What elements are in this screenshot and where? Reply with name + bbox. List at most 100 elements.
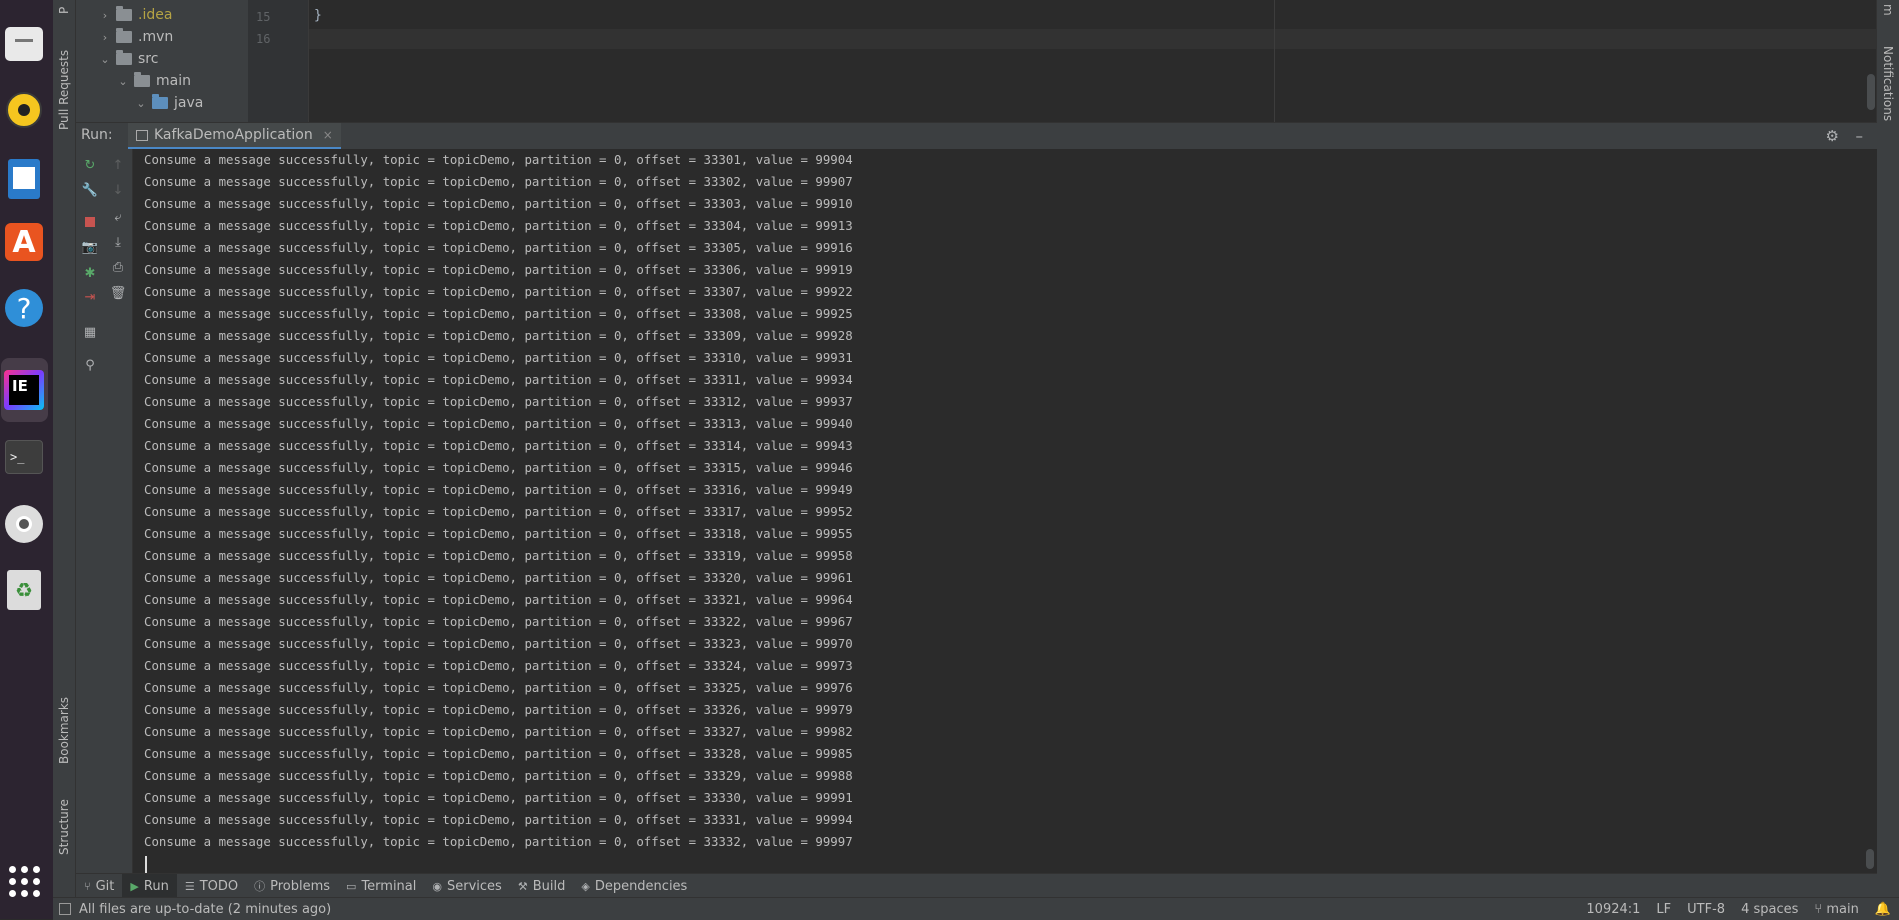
- bookmarks-tab[interactable]: Bookmarks: [53, 690, 75, 770]
- maven-tab[interactable]: m: [1877, 0, 1899, 20]
- arrow-down-icon[interactable]: ↓: [110, 182, 126, 198]
- console-line: Consume a message successfully, topic = …: [144, 240, 853, 255]
- tab-terminal[interactable]: ▭ Terminal: [338, 874, 424, 898]
- console-line: Consume a message successfully, topic = …: [144, 284, 853, 299]
- trash-dock-icon[interactable]: ♻: [0, 566, 48, 614]
- run-config-tab[interactable]: KafkaDemoApplication ×: [128, 123, 341, 150]
- software-dock-icon[interactable]: A: [0, 218, 48, 266]
- console-line: Consume a message successfully, topic = …: [144, 614, 853, 629]
- tab-label: Terminal: [361, 878, 417, 894]
- console-line: Consume a message successfully, topic = …: [144, 218, 853, 233]
- tree-item-label: src: [138, 51, 159, 67]
- show-apps-icon[interactable]: [0, 857, 48, 905]
- console-line: Consume a message successfully, topic = …: [144, 746, 853, 761]
- run-toolbar-secondary: ↑ ↓ ⤶ ⤓ ⎙ 🗑: [104, 149, 133, 873]
- file-encoding[interactable]: UTF-8: [1679, 902, 1733, 917]
- chevron-down-icon[interactable]: ⌄: [98, 53, 112, 66]
- console-line: Consume a message successfully, topic = …: [144, 526, 853, 541]
- caret-position[interactable]: 10924:1: [1578, 902, 1648, 917]
- chevron-down-icon[interactable]: ⌄: [134, 97, 148, 110]
- arrow-up-icon[interactable]: ↑: [110, 157, 126, 173]
- files-dock-icon[interactable]: [0, 20, 48, 68]
- right-margin-guide: [1274, 0, 1275, 122]
- tab-problems[interactable]: ⓘ Problems: [246, 874, 338, 898]
- info-icon: ⓘ: [254, 880, 266, 893]
- run-config-icon: [136, 129, 148, 141]
- git-branch[interactable]: ⑂ main: [1806, 902, 1866, 917]
- debug-icon[interactable]: ✱: [82, 265, 98, 281]
- project-tree: › .idea › .mvn ⌄ src ⌄ main ⌄ java: [76, 0, 248, 122]
- camera-icon[interactable]: 📷: [82, 239, 98, 255]
- soft-wrap-icon[interactable]: ⤶: [110, 209, 126, 225]
- line-separator[interactable]: LF: [1648, 902, 1679, 917]
- clear-icon[interactable]: 🗑: [110, 285, 127, 301]
- wrench-icon[interactable]: 🔧: [82, 182, 98, 198]
- terminal-dock-icon[interactable]: >_: [0, 433, 48, 481]
- console-scrollbar[interactable]: [1866, 849, 1874, 869]
- console-line: Consume a message successfully, topic = …: [144, 416, 853, 431]
- tool-windows-toggle-icon[interactable]: [59, 903, 71, 915]
- terminal-icon: ▭: [346, 879, 357, 893]
- console-line: Consume a message successfully, topic = …: [144, 262, 853, 277]
- console-line: Consume a message successfully, topic = …: [144, 372, 853, 387]
- intellij-dock-icon[interactable]: IE: [0, 366, 48, 414]
- list-icon: ☰: [184, 879, 195, 893]
- rerun-icon[interactable]: ↻: [82, 157, 98, 173]
- tree-item-label: main: [156, 73, 191, 89]
- console-line: Consume a message successfully, topic = …: [144, 548, 853, 563]
- tab-todo[interactable]: ☰ TODO: [177, 874, 246, 898]
- branch-name: main: [1826, 901, 1859, 917]
- project-tab[interactable]: P: [53, 0, 75, 20]
- code-editor[interactable]: 15 16 }: [248, 0, 1877, 122]
- disc-dock-icon[interactable]: [0, 500, 48, 548]
- structure-tab[interactable]: Structure: [53, 790, 75, 865]
- console-line: Consume a message successfully, topic = …: [144, 592, 853, 607]
- exit-icon[interactable]: ⇥: [82, 289, 98, 305]
- print-icon[interactable]: ⎙: [110, 259, 126, 275]
- console-line: Consume a message successfully, topic = …: [144, 504, 853, 519]
- tab-build[interactable]: ⚒ Build: [510, 874, 574, 898]
- tree-item-main[interactable]: ⌄ main: [116, 70, 191, 92]
- minimize-icon[interactable]: –: [1856, 127, 1864, 145]
- tree-item-src[interactable]: ⌄ src: [98, 48, 158, 70]
- console-line: Consume a message successfully, topic = …: [144, 658, 853, 673]
- tree-item-java[interactable]: ⌄ java: [134, 92, 203, 114]
- tab-run[interactable]: ▶ Run: [122, 874, 177, 898]
- settings-gear-icon[interactable]: ⚙: [1826, 127, 1839, 145]
- chevron-right-icon[interactable]: ›: [98, 31, 112, 44]
- help-dock-icon[interactable]: ?: [0, 284, 48, 332]
- folder-icon: [116, 28, 132, 43]
- tab-dependencies[interactable]: ◈ Dependencies: [573, 874, 695, 898]
- close-icon[interactable]: ×: [323, 128, 333, 142]
- status-message[interactable]: All files are up-to-date (2 minutes ago): [79, 902, 331, 917]
- tab-label: Git: [95, 878, 115, 894]
- tab-git[interactable]: ⑂ Git: [76, 874, 122, 898]
- indent-setting[interactable]: 4 spaces: [1733, 902, 1806, 917]
- pin-icon[interactable]: ⚲: [82, 357, 98, 373]
- tree-item-idea[interactable]: › .idea: [98, 4, 172, 26]
- console-line: Consume a message successfully, topic = …: [144, 438, 853, 453]
- console-line: Consume a message successfully, topic = …: [144, 702, 853, 717]
- console-line: Consume a message successfully, topic = …: [144, 790, 853, 805]
- tab-label: Dependencies: [594, 878, 688, 894]
- stop-icon[interactable]: [82, 214, 98, 230]
- editor-scrollbar[interactable]: [1867, 74, 1875, 110]
- writer-dock-icon[interactable]: [0, 155, 48, 203]
- console-line: Consume a message successfully, topic = …: [144, 680, 853, 695]
- left-tool-strip: P Pull Requests Bookmarks Structure: [53, 0, 76, 919]
- pull-requests-tab[interactable]: Pull Requests: [53, 40, 75, 140]
- chevron-right-icon[interactable]: ›: [98, 9, 112, 22]
- tree-item-mvn[interactable]: › .mvn: [98, 26, 173, 48]
- scroll-to-end-icon[interactable]: ⤓: [110, 234, 126, 250]
- chevron-down-icon[interactable]: ⌄: [116, 75, 130, 88]
- console-output[interactable]: Consume a message successfully, topic = …: [133, 149, 1877, 873]
- dependencies-icon: ◈: [581, 879, 590, 893]
- layout-icon[interactable]: ▦: [82, 324, 98, 340]
- tab-label: Problems: [270, 878, 331, 894]
- tree-item-label: java: [174, 95, 204, 111]
- tab-services[interactable]: ◉ Services: [424, 874, 509, 898]
- tab-label: Services: [447, 878, 502, 894]
- rhythmbox-dock-icon[interactable]: [0, 86, 48, 134]
- notifications-tab[interactable]: Notifications: [1877, 36, 1899, 132]
- notifications-bell-icon[interactable]: 🔔: [1867, 902, 1899, 917]
